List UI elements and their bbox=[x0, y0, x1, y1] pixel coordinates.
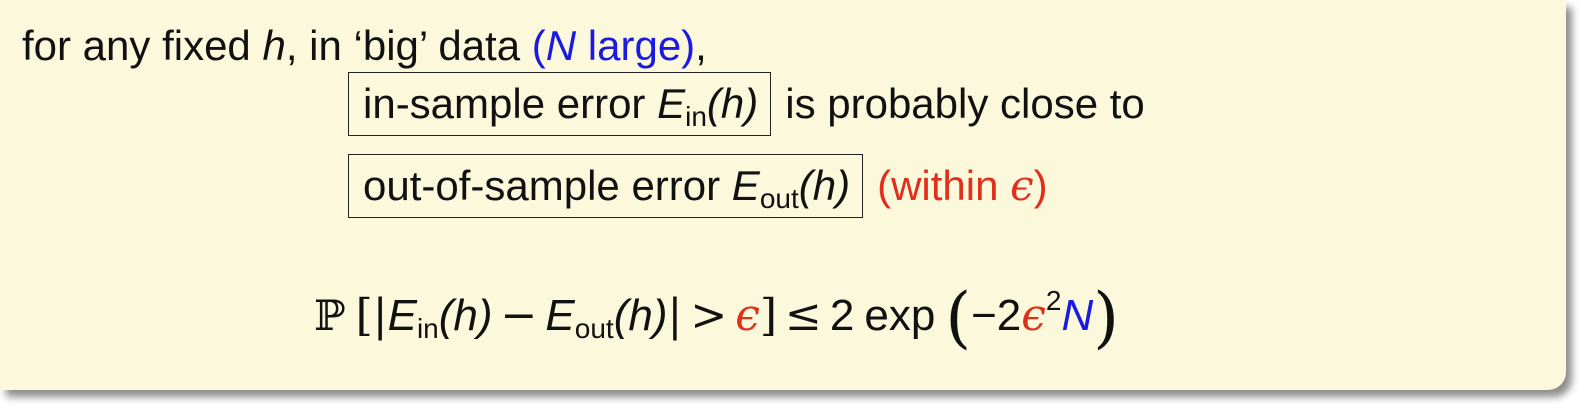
out-sample-box: out-of-sample error Eout(h) bbox=[348, 154, 864, 218]
n-large-label: large) bbox=[576, 22, 696, 69]
intro-comma: , bbox=[695, 22, 707, 69]
left-abs-bar: | bbox=[372, 290, 388, 341]
out-sample-line: out-of-sample error Eout(h) (within ϵ) bbox=[348, 154, 1048, 218]
n-symbol: N bbox=[545, 22, 577, 69]
formula-n: N bbox=[1061, 291, 1094, 340]
e-out-subscript: out bbox=[759, 183, 799, 214]
right-bracket: ] bbox=[759, 290, 778, 341]
right-abs-bar: | bbox=[667, 290, 683, 341]
within-open: (within bbox=[877, 162, 1011, 209]
in-sample-label: in-sample error bbox=[363, 80, 658, 127]
e-in-arg: (h) bbox=[706, 80, 759, 127]
e-out-symbol: E bbox=[731, 162, 760, 209]
minus-sign: − bbox=[500, 290, 538, 341]
within-close: ) bbox=[1033, 162, 1048, 209]
epsilon-symbol: ϵ bbox=[1010, 161, 1034, 210]
intro-mid: , in ‘big’ data bbox=[285, 22, 532, 69]
prob-symbol: ℙ bbox=[314, 291, 346, 340]
intro-line: for any fixed h, in ‘big’ data (N large)… bbox=[22, 25, 707, 67]
exp-function: exp bbox=[864, 291, 936, 340]
formula-arg2: (h) bbox=[613, 291, 668, 340]
leq-sign: ≤ bbox=[785, 290, 822, 341]
square-exponent: 2 bbox=[1045, 285, 1062, 316]
close-to-text: is probably close to bbox=[785, 80, 1145, 127]
left-paren: ( bbox=[945, 279, 972, 356]
formula-in-sub: in bbox=[416, 313, 439, 344]
neg-two: −2 bbox=[971, 291, 1022, 340]
formula-e-in: E bbox=[387, 291, 417, 340]
right-paren: ) bbox=[1093, 279, 1120, 356]
intro-text: for any fixed bbox=[22, 22, 263, 69]
formula-epsilon-2: ϵ bbox=[1021, 290, 1046, 341]
in-sample-box: in-sample error Ein(h) bbox=[348, 72, 772, 136]
formula-arg1: (h) bbox=[438, 291, 493, 340]
n-large-open: ( bbox=[531, 22, 546, 69]
formula-epsilon: ϵ bbox=[735, 290, 760, 341]
e-in-subscript: in bbox=[685, 101, 707, 132]
left-bracket: [ bbox=[355, 290, 373, 341]
e-in-symbol: E bbox=[657, 80, 686, 127]
in-sample-line: in-sample error Ein(h) is probably close … bbox=[348, 72, 1145, 136]
greater-than: > bbox=[690, 290, 728, 341]
coefficient-two: 2 bbox=[829, 291, 855, 340]
out-sample-label: out-of-sample error bbox=[363, 162, 732, 209]
formula-out-sub: out bbox=[574, 313, 614, 344]
hypothesis-h: h bbox=[262, 22, 286, 69]
formula-e-out: E bbox=[545, 291, 575, 340]
e-out-arg: (h) bbox=[798, 162, 851, 209]
theorem-block: for any fixed h, in ‘big’ data (N large)… bbox=[0, 0, 1566, 390]
hoeffding-formula: ℙ [|Ein(h) − Eout(h)| > ϵ] ≤2 exp (−2ϵ2N) bbox=[314, 285, 1119, 351]
